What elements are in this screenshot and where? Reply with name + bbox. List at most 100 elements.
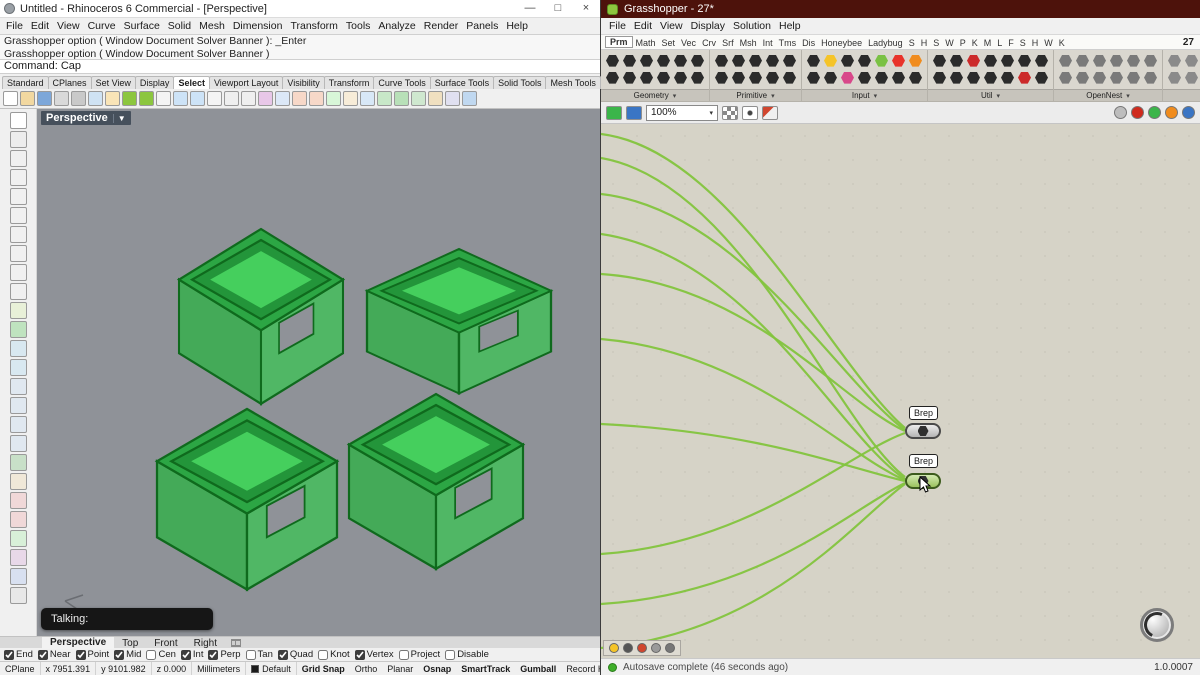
toolbar-icon-extrude[interactable]: [377, 91, 392, 106]
sidebar-tool-icon-revolve[interactable]: [10, 416, 27, 433]
component-icon-domain[interactable]: [749, 72, 762, 84]
osnap-checkbox[interactable]: [38, 650, 48, 660]
component-icon-curve[interactable]: [657, 55, 670, 67]
osnap-checkbox[interactable]: [181, 650, 191, 660]
component-icon-outline-alt[interactable]: [1127, 55, 1140, 67]
sketch-pen-icon[interactable]: [762, 106, 778, 120]
component-icon-transform[interactable]: [1093, 55, 1106, 67]
menu-item[interactable]: Mesh: [195, 20, 229, 32]
navigation-ball-icon[interactable]: [1140, 608, 1174, 642]
toolbar-tab[interactable]: Viewport Layout: [209, 76, 283, 89]
gh-canvas[interactable]: Brep Brep: [601, 124, 1200, 658]
sidebar-tool-icon-box[interactable]: [10, 321, 27, 338]
toolbar-icon-join[interactable]: [326, 91, 341, 106]
sidebar-tool-icon-sphere[interactable]: [10, 340, 27, 357]
sidebar-tool-icon-mirror[interactable]: [10, 549, 27, 566]
component-icon-data-recorder[interactable]: [1018, 72, 1031, 84]
component-icon-value-list[interactable]: [824, 72, 837, 84]
toolbar-icon-new[interactable]: [3, 91, 18, 106]
toolbar-icon-help[interactable]: [462, 91, 477, 106]
component-icon-import[interactable]: [909, 72, 922, 84]
sidebar-tool-icon-boolean[interactable]: [10, 454, 27, 471]
perspective-viewport[interactable]: Perspective ▼ Talking:: [37, 109, 600, 636]
menu-item[interactable]: Help: [775, 20, 805, 32]
component-icon-path[interactable]: [766, 72, 779, 84]
component-icon-label-alt[interactable]: [1127, 72, 1140, 84]
component-icon-button[interactable]: [841, 72, 854, 84]
component-icon-group[interactable]: [984, 55, 997, 67]
status-cell[interactable]: Millimeters: [192, 662, 246, 675]
sidebar-tool-icon-fillet-edge[interactable]: [10, 473, 27, 490]
component-tab[interactable]: M: [981, 38, 995, 48]
component-icon-panel[interactable]: [807, 72, 820, 84]
toolbar-icon-mirror[interactable]: [258, 91, 273, 106]
component-icon-jump[interactable]: [950, 72, 963, 84]
toolbar-tab[interactable]: Solid Tools: [493, 76, 546, 89]
menu-item[interactable]: File: [605, 20, 630, 32]
palette-group-label[interactable]: Util ▾: [928, 89, 1053, 101]
component-tab[interactable]: W: [1041, 38, 1056, 48]
open-file-icon[interactable]: [606, 106, 622, 120]
menu-item[interactable]: Edit: [630, 20, 656, 32]
component-tab[interactable]: S: [930, 38, 942, 48]
toolbar-tab[interactable]: Mesh Tools: [545, 76, 600, 89]
component-icon-remote[interactable]: [1001, 72, 1014, 84]
menu-item[interactable]: Solid: [164, 20, 195, 32]
component-icon-relay[interactable]: [933, 55, 946, 67]
toolbar-icon-paste[interactable]: [105, 91, 120, 106]
component-tab[interactable]: S: [906, 38, 918, 48]
menu-item[interactable]: File: [2, 20, 27, 32]
sidebar-tool-icon-join[interactable]: [10, 530, 27, 547]
sidebar-tool-icon-plane[interactable]: [10, 302, 27, 319]
sidebar-tool-icon-point[interactable]: [10, 150, 27, 167]
menu-item[interactable]: View: [656, 20, 687, 32]
component-tab[interactable]: Ladybug: [865, 38, 906, 48]
osnap-checkbox[interactable]: [76, 650, 86, 660]
component-tab[interactable]: Math: [633, 38, 659, 48]
sidebar-tool-icon-polyline[interactable]: [10, 169, 27, 186]
viewport-menu-icon[interactable]: ▼: [113, 114, 126, 123]
brep-param-component[interactable]: [905, 423, 941, 439]
component-icon-transform[interactable]: [691, 72, 704, 84]
group-dropdown-icon[interactable]: ▾: [771, 92, 775, 100]
new-viewport-icon[interactable]: [231, 639, 241, 647]
osnap-checkbox[interactable]: [114, 650, 124, 660]
status-toggle[interactable]: Ortho: [350, 664, 383, 674]
component-tab[interactable]: P: [957, 38, 969, 48]
component-icon-toggle[interactable]: [841, 55, 854, 67]
component-icon-surface[interactable]: [657, 72, 670, 84]
osnap-toggle[interactable]: Near: [38, 649, 71, 660]
osnap-toggle[interactable]: Int: [181, 649, 204, 660]
component-icon-fisherman[interactable]: [1035, 55, 1048, 67]
group-dropdown-icon[interactable]: ▾: [673, 92, 677, 100]
component-icon-box[interactable]: [623, 72, 636, 84]
component-tab[interactable]: Set: [659, 38, 679, 48]
toolbar-icon-redo[interactable]: [139, 91, 154, 106]
mini-toolbar-icon-preview-gray[interactable]: [651, 643, 661, 653]
toolbar-icon-rotate-view[interactable]: [190, 91, 205, 106]
component-tab[interactable]: Srf: [719, 38, 737, 48]
component-icon-gradient[interactable]: [824, 55, 837, 67]
component-icon-calendar[interactable]: [858, 72, 871, 84]
component-tab[interactable]: Crv: [699, 38, 719, 48]
menu-item[interactable]: Tools: [342, 20, 375, 32]
viewport-tab[interactable]: Right: [186, 638, 225, 649]
toolbar-icon-split[interactable]: [309, 91, 324, 106]
toolbar-icon-move[interactable]: [207, 91, 222, 106]
sidebar-tool-icon-selection-filter[interactable]: [10, 131, 27, 148]
status-cell[interactable]: x 7951.391: [41, 662, 97, 675]
toolbar-icon-scale[interactable]: [241, 91, 256, 106]
component-tab[interactable]: L: [994, 38, 1005, 48]
component-icon-text[interactable]: [732, 72, 745, 84]
corner-widget-icon[interactable]: [722, 106, 738, 120]
component-icon-integer[interactable]: [715, 72, 728, 84]
component-icon-group[interactable]: [691, 55, 704, 67]
osnap-toggle[interactable]: Cen: [146, 649, 175, 660]
osnap-checkbox[interactable]: [399, 650, 409, 660]
toolbar-icon-layer-manager[interactable]: [428, 91, 443, 106]
menu-item[interactable]: Panels: [462, 20, 502, 32]
palette-group-label[interactable]: Geometry ▾: [601, 89, 709, 101]
toolbar-tab[interactable]: Surface Tools: [430, 76, 494, 89]
toolbar-icon-fillet[interactable]: [343, 91, 358, 106]
menu-item[interactable]: Help: [502, 20, 532, 32]
